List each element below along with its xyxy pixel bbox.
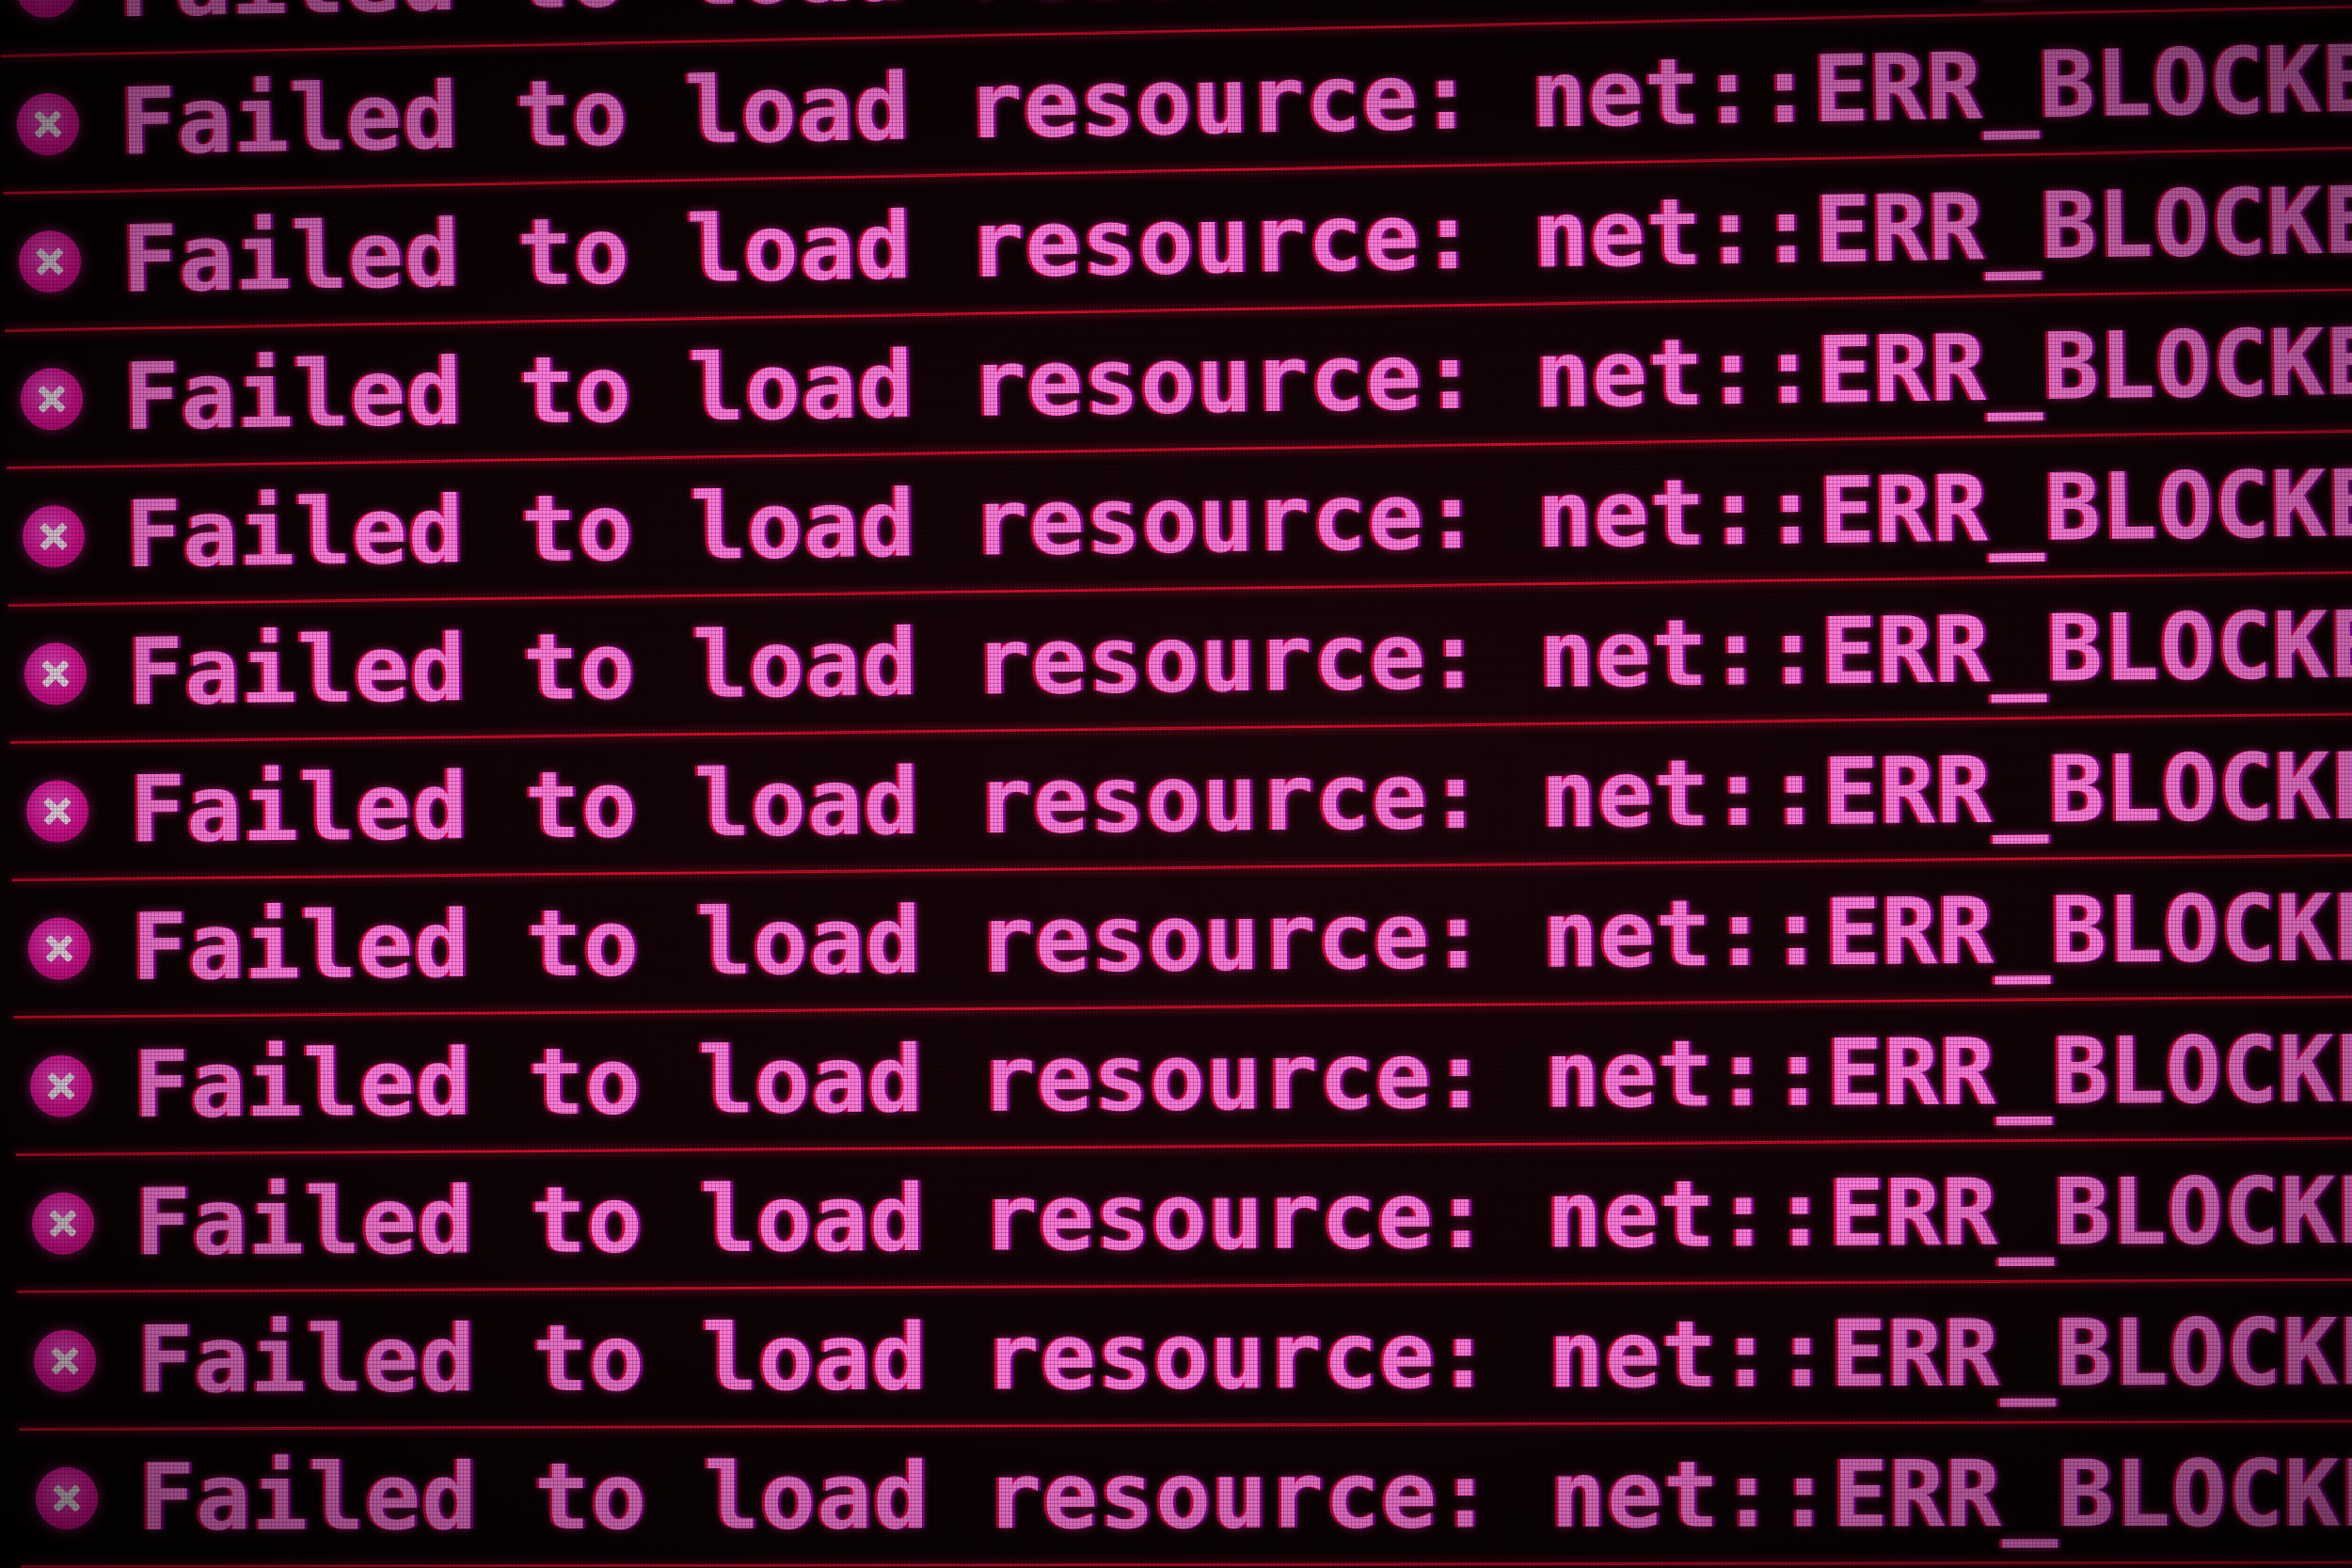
log-message: Failed to load resource: net::ERR_BLOCKE… — [133, 1012, 2352, 1139]
log-message: Failed to load resource: net::ERR_BLOCKE… — [131, 870, 2352, 1002]
log-message: Failed to load resource: net::ERR_BLOCKE… — [135, 1155, 2352, 1276]
error-icon — [16, 91, 80, 156]
log-row[interactable]: Failed to load resource: net::ERR_BLOCKE… — [8, 577, 2352, 744]
log-message: Failed to load resource: net::ERR_BLOCKE… — [125, 444, 2352, 589]
error-icon — [20, 367, 84, 431]
log-message: Failed to load resource: net::ERR_BLOCKE… — [123, 302, 2352, 451]
error-icon — [22, 504, 86, 568]
error-icon — [27, 916, 91, 980]
error-icon — [24, 641, 87, 705]
log-message: Failed to load resource: net::ERR_BLOCKE… — [136, 1297, 2352, 1415]
error-icon — [14, 0, 78, 19]
error-icon — [18, 230, 82, 293]
log-message: Failed to load resource: net::ERR_BLOCKE… — [127, 586, 2352, 726]
log-row[interactable]: Failed to load resource: net::ERR_BLOCKE… — [18, 1285, 2352, 1431]
error-icon — [25, 779, 89, 843]
log-message: Failed to load resource: net::ERR_BLOCKE… — [129, 728, 2352, 864]
log-row[interactable]: Failed to load resource: net::ERR_BLOCKE… — [16, 1143, 2352, 1293]
log-row[interactable]: Failed to load resource: net::ERR_BLOCKE… — [10, 719, 2352, 881]
error-icon — [31, 1192, 95, 1255]
error-icon — [35, 1466, 99, 1529]
log-row[interactable]: Failed to load resource: net::ERR_BLOCKE… — [20, 1426, 2352, 1568]
screen: Failed to load resource: net::ERR_BLOCKE… — [0, 0, 2352, 1568]
log-message: Failed to load resource: net::ERR_BLOCKE… — [138, 1439, 2352, 1552]
error-icon — [33, 1329, 97, 1392]
console-log: Failed to load resource: net::ERR_BLOCKE… — [0, 0, 2352, 1568]
log-row[interactable]: Failed to load resource: net::ERR_BLOCKE… — [14, 1002, 2352, 1156]
log-row[interactable]: Failed to load resource: net::ERR_BLOCKE… — [12, 860, 2352, 1019]
error-icon — [29, 1053, 93, 1117]
